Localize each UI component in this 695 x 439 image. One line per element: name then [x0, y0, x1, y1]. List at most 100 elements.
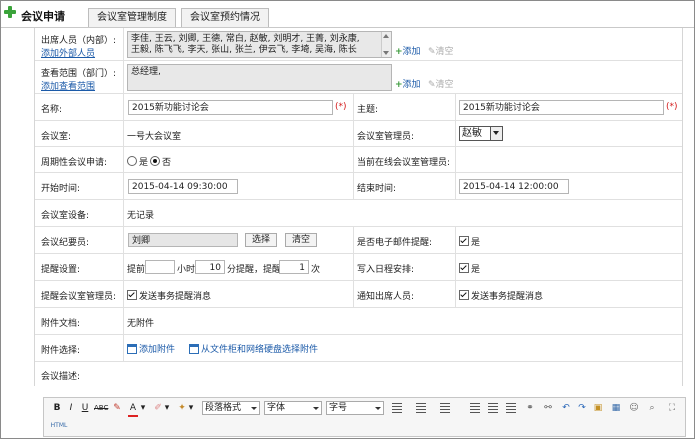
periodic-no-radio[interactable]: 否	[150, 155, 171, 168]
eraser-icon: ✎	[428, 80, 436, 90]
attach-select-row: 附件选择: 添加附件 从文件柜和网络硬盘选择附件	[35, 335, 682, 362]
subject-required-mark: (*)	[666, 102, 678, 112]
scope-label: 查看范围（部门）:	[41, 69, 117, 79]
room-admin-select[interactable]: 赵敏	[459, 126, 503, 141]
notify-attendees-label: 通知出席人员:	[357, 292, 415, 302]
scope-textarea[interactable]: 总经理,	[127, 64, 392, 91]
attachments-value: 无附件	[127, 319, 155, 329]
unordered-list-icon[interactable]	[440, 403, 450, 413]
clear-attendees-button[interactable]: ✎清空	[428, 44, 454, 57]
ordered-list-icon[interactable]	[416, 403, 426, 413]
name-required-mark: (*)	[335, 102, 347, 112]
subject-input[interactable]: 2015新功能讨论会	[459, 100, 664, 115]
recorder-row: 会议纪要员: 刘卿 选择 清空 是否电子邮件提醒: 是	[35, 227, 682, 254]
remind-minutes-unit: 分提醒，提醒	[227, 265, 282, 275]
name-label: 名称:	[41, 105, 63, 115]
select-recorder-button[interactable]: 选择	[245, 233, 278, 247]
recorder-input[interactable]: 刘卿	[128, 233, 238, 247]
description-editor-toolbar: B I U ABC ✎ A ▾ ✐ ▾ ✦ ▾ 段落格式 字体 字号 ⚭ ⚯ ↶…	[43, 397, 686, 437]
schedule-checkbox[interactable]: 是	[459, 262, 480, 275]
email-remind-checkbox[interactable]: 是	[459, 235, 480, 248]
page-title: 会议申请	[21, 10, 65, 23]
select-from-cabinet-button[interactable]: 从文件柜和网络硬盘选择附件	[189, 342, 318, 355]
remind-label: 提醒设置:	[41, 265, 81, 275]
add-plus-icon	[4, 6, 16, 18]
attachments-label: 附件文档:	[41, 319, 81, 329]
align-right-icon[interactable]	[506, 403, 516, 413]
room-row: 会议室: 一号大会议室 会议室管理员: 赵敏	[35, 121, 682, 147]
search-icon[interactable]: ⌕	[646, 401, 658, 415]
add-attachment-button[interactable]: 添加附件	[127, 342, 175, 355]
emoticon-icon[interactable]: ☺	[628, 401, 640, 415]
start-time-input[interactable]: 2015-04-14 09:30:00	[128, 179, 238, 194]
align-center-icon[interactable]	[488, 403, 498, 413]
attendees-row: 出席人员（内部）: 添加外部人员 李佳, 王云, 刘卿, 王德, 常白, 赵敏,…	[35, 28, 682, 61]
chevron-down-icon	[490, 127, 502, 140]
remind-prefix: 提前	[127, 265, 146, 275]
attachments-row: 附件文档: 无附件	[35, 308, 682, 335]
folder-icon	[189, 344, 199, 354]
undo-icon[interactable]: ↶	[560, 401, 572, 415]
notify-row: 提醒会议室管理员: 发送事务提醒消息 通知出席人员: 发送事务提醒消息	[35, 281, 682, 308]
recorder-label: 会议纪要员:	[41, 238, 90, 248]
email-remind-label: 是否电子邮件提醒:	[357, 238, 433, 248]
redo-icon[interactable]: ↷	[576, 401, 588, 415]
font-family-select[interactable]: 字体	[264, 401, 322, 415]
eraser-icon[interactable]: ✎	[112, 401, 122, 415]
attendees-scrollbar[interactable]	[381, 32, 391, 57]
format-painter-icon[interactable]: ✦	[176, 401, 188, 415]
italic-button[interactable]: I	[66, 401, 76, 415]
font-color-button[interactable]: A	[128, 401, 138, 417]
attendees-textarea[interactable]: 李佳, 王云, 刘卿, 王德, 常白, 赵敏, 刘明才, 王菁, 刘永康, 王毅…	[127, 31, 392, 58]
attach-icon	[127, 344, 137, 354]
paragraph-format-select[interactable]: 段落格式	[202, 401, 260, 415]
remind-admin-label: 提醒会议室管理员:	[41, 292, 117, 302]
tab-room-booking[interactable]: 会议室预约情况	[181, 8, 269, 27]
attendees-label: 出席人员（内部）:	[41, 36, 117, 46]
meeting-form: 出席人员（内部）: 添加外部人员 李佳, 王云, 刘卿, 王德, 常白, 赵敏,…	[34, 28, 683, 386]
remind-minutes-input[interactable]: 10	[195, 260, 225, 274]
html-source-button[interactable]: HTML	[48, 419, 70, 433]
underline-button[interactable]: U	[80, 401, 90, 415]
chevron-down-icon[interactable]: ▾	[188, 401, 194, 415]
name-subject-row: 名称: 2015新功能讨论会 (*) 主题: 2015新功能讨论会 (*)	[35, 94, 682, 121]
strikethrough-button[interactable]: ABC	[94, 401, 108, 415]
chevron-down-icon[interactable]: ▾	[140, 401, 146, 415]
add-scope-button[interactable]: +添加	[395, 77, 421, 90]
add-attendees-button[interactable]: +添加	[395, 44, 421, 57]
plus-icon: +	[395, 47, 403, 57]
align-left-icon[interactable]	[470, 403, 480, 413]
highlight-icon[interactable]: ✐	[152, 401, 164, 415]
image-icon[interactable]: ▣	[592, 401, 604, 415]
clear-recorder-button[interactable]: 清空	[285, 233, 318, 247]
table-icon[interactable]: ▦	[610, 401, 622, 415]
link-icon[interactable]: ⚭	[524, 401, 536, 415]
unlink-icon[interactable]: ⚯	[542, 401, 554, 415]
add-external-attendees-link[interactable]: 添加外部人员	[41, 46, 95, 59]
room-value: 一号大会议室	[127, 132, 182, 142]
description-label: 会议描述:	[41, 372, 81, 382]
tab-room-rules[interactable]: 会议室管理制度	[88, 8, 176, 27]
plus-icon: +	[395, 80, 403, 90]
bold-button[interactable]: B	[52, 401, 62, 415]
end-time-input[interactable]: 2015-04-14 12:00:00	[459, 179, 569, 194]
periodic-label: 周期性会议申请:	[41, 158, 108, 168]
name-input[interactable]: 2015新功能讨论会	[128, 100, 333, 115]
font-size-select[interactable]: 字号	[326, 401, 384, 415]
attach-select-label: 附件选择:	[41, 346, 81, 356]
clear-scope-button[interactable]: ✎清空	[428, 77, 454, 90]
notify-attendees-checkbox[interactable]: 发送事务提醒消息	[459, 289, 543, 302]
fullscreen-icon[interactable]: ⛶	[666, 401, 678, 415]
remind-times-input[interactable]: 1	[279, 260, 309, 274]
line-height-icon[interactable]	[392, 403, 402, 413]
equipment-label: 会议室设备:	[41, 211, 90, 221]
time-row: 开始时间: 2015-04-14 09:30:00 结束时间: 2015-04-…	[35, 173, 682, 200]
remind-hours-input[interactable]	[145, 260, 175, 274]
remind-admin-checkbox[interactable]: 发送事务提醒消息	[127, 289, 211, 302]
chevron-down-icon[interactable]: ▾	[164, 401, 170, 415]
periodic-yes-radio[interactable]: 是	[127, 155, 148, 168]
add-scope-link[interactable]: 添加查看范围	[41, 79, 95, 92]
scope-row: 查看范围（部门）: 添加查看范围 总经理, +添加 ✎清空	[35, 61, 682, 94]
meeting-application-window: 会议申请 会议室管理制度 会议室预约情况 出席人员（内部）: 添加外部人员 李佳…	[0, 0, 695, 439]
subject-label: 主题:	[357, 105, 379, 115]
